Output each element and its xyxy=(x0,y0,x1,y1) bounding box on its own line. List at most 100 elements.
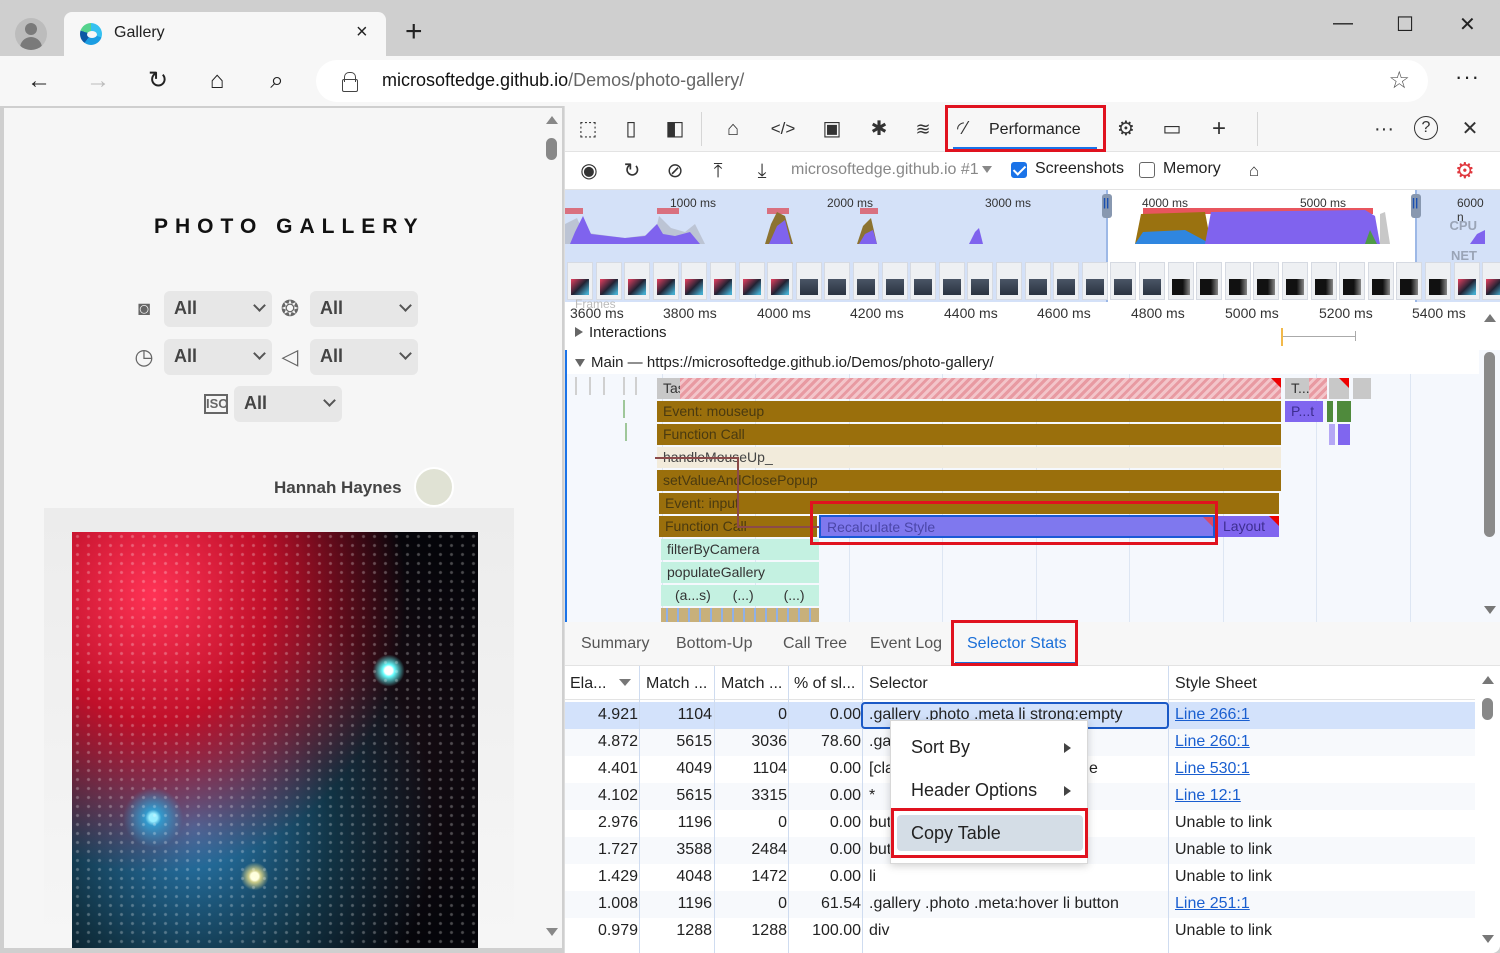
flame-task-short[interactable] xyxy=(1329,378,1349,399)
screenshot-thumbnail[interactable] xyxy=(738,262,765,300)
screenshot-thumbnail[interactable] xyxy=(1139,262,1165,300)
flame-anonymous-calls[interactable]: (a...s) (...) (...) xyxy=(661,585,819,606)
screenshot-thumbnail[interactable] xyxy=(681,262,708,300)
header-match-attempts[interactable]: Match ... xyxy=(646,675,707,693)
selection-right-handle[interactable] xyxy=(1411,194,1421,218)
device-emulation-icon[interactable]: ▯ xyxy=(618,116,644,142)
flame-event-input[interactable]: Event: input xyxy=(659,493,1279,514)
screenshot-thumbnail[interactable] xyxy=(1282,262,1308,300)
small-event[interactable] xyxy=(625,423,627,441)
screenshot-thumbnail[interactable] xyxy=(824,262,851,300)
screenshot-thumbnail[interactable] xyxy=(1482,262,1500,300)
tab-event-log[interactable]: Event Log xyxy=(870,635,942,653)
home-button[interactable]: ⌂ xyxy=(202,66,232,96)
screenshot-thumbnail[interactable] xyxy=(710,262,736,300)
screenshot-thumbnail[interactable] xyxy=(1310,262,1337,300)
flame-filter-by-camera[interactable]: filterByCamera xyxy=(661,539,819,560)
console-icon[interactable]: ▣ xyxy=(819,116,845,142)
screenshots-filmstrip[interactable] xyxy=(565,260,1500,302)
screenshot-thumbnail[interactable] xyxy=(1024,262,1051,300)
screenshot-thumbnail[interactable] xyxy=(1367,262,1394,300)
flame-small-render[interactable] xyxy=(1338,424,1350,445)
main-track-toggle[interactable]: Main — https://microsoftedge.github.io/D… xyxy=(567,354,994,372)
column-divider[interactable] xyxy=(714,666,715,953)
menu-item-sort-by[interactable]: Sort By xyxy=(891,729,1089,765)
column-divider[interactable] xyxy=(788,666,789,953)
screenshot-thumbnail[interactable] xyxy=(1081,262,1108,300)
tab-summary[interactable]: Summary xyxy=(581,635,649,653)
flame-scroll-up-icon[interactable] xyxy=(1484,314,1496,322)
table-row[interactable]: 1.008 1196 0 61.54 .gallery .photo .meta:hov… xyxy=(565,891,1475,918)
screenshot-thumbnail[interactable] xyxy=(652,262,679,300)
close-window-button[interactable]: ✕ xyxy=(1459,12,1476,37)
screenshot-thumbnail[interactable] xyxy=(1396,262,1423,300)
screenshot-thumbnail[interactable] xyxy=(881,262,908,300)
header-match-count[interactable]: Match ... xyxy=(721,675,782,693)
lock-icon[interactable] xyxy=(342,72,358,92)
screenshot-thumbnail[interactable] xyxy=(1339,262,1366,300)
screenshot-thumbnail[interactable] xyxy=(1224,262,1251,300)
flame-scrollbar[interactable] xyxy=(1479,350,1500,622)
flame-set-value-and-close-popup[interactable]: setValueAndClosePopup xyxy=(657,470,1281,491)
maximize-button[interactable]: ☐ xyxy=(1396,12,1414,37)
flame-recalculate-style[interactable]: Recalculate Style xyxy=(819,515,1215,538)
dock-side-icon[interactable]: ◧ xyxy=(662,116,688,142)
menu-item-copy-table[interactable]: Copy Table xyxy=(897,815,1083,851)
screenshot-thumbnail[interactable] xyxy=(1453,262,1480,300)
flame-composite[interactable] xyxy=(1327,401,1333,422)
url-text[interactable]: microsoftedge.github.io/Demos/photo-gall… xyxy=(382,70,744,91)
screenshots-checkbox[interactable] xyxy=(1011,162,1027,178)
screenshot-thumbnail[interactable] xyxy=(1167,262,1194,300)
expand-triangle-icon[interactable] xyxy=(575,327,583,337)
sort-descending-icon[interactable] xyxy=(619,679,631,686)
main-track-header[interactable]: Main — https://microsoftedge.github.io/D… xyxy=(567,350,1479,374)
screenshot-thumbnail[interactable] xyxy=(1253,262,1280,300)
elements-code-icon[interactable]: </> xyxy=(770,116,796,142)
record-icon[interactable]: ◉ xyxy=(576,158,602,184)
table-scrollbar[interactable] xyxy=(1475,666,1500,953)
scroll-up-icon[interactable] xyxy=(546,116,558,124)
menu-item-header-options[interactable]: Header Options xyxy=(891,772,1089,808)
focal-length-filter-select[interactable]: All xyxy=(310,339,418,375)
screenshot-thumbnail[interactable] xyxy=(938,262,965,300)
shutter-filter-select[interactable]: All xyxy=(164,339,272,375)
flame-task-long-overlay[interactable] xyxy=(680,378,1281,399)
stylesheet-link[interactable]: Line 530:1 xyxy=(1175,760,1250,778)
target-select[interactable]: microsoftedge.github.io #1 xyxy=(791,161,992,179)
small-task[interactable] xyxy=(575,377,577,395)
save-profile-icon[interactable]: ⤓ xyxy=(749,158,775,184)
flame-handle-mouseup[interactable]: handleMouseUp_ xyxy=(657,447,1281,468)
small-task[interactable] xyxy=(589,377,591,395)
screenshot-thumbnail[interactable] xyxy=(967,262,994,300)
browser-tab-gallery[interactable]: Gallery × xyxy=(64,12,386,56)
favorite-star-icon[interactable]: ☆ xyxy=(1388,66,1410,95)
tab-call-tree[interactable]: Call Tree xyxy=(783,635,847,653)
interaction-marker[interactable] xyxy=(1281,328,1283,346)
flame-task-overlay[interactable] xyxy=(1309,378,1327,399)
garbage-collect-broom-icon[interactable]: ⌂ xyxy=(1241,158,1267,184)
stylesheet-link[interactable]: Line 12:1 xyxy=(1175,787,1241,805)
load-profile-icon[interactable]: ⤒ xyxy=(705,158,731,184)
tab-selector-stats[interactable]: Selector Stats xyxy=(967,635,1067,653)
more-tools-plus-icon[interactable]: + xyxy=(1206,116,1232,142)
flame-composite[interactable] xyxy=(1337,401,1351,422)
forward-button[interactable]: → xyxy=(83,66,113,96)
tab-close-icon[interactable]: × xyxy=(356,21,368,44)
stylesheet-link[interactable]: Line 251:1 xyxy=(1175,895,1250,913)
small-task[interactable] xyxy=(635,377,637,395)
small-task[interactable] xyxy=(623,377,625,395)
screenshot-thumbnail[interactable] xyxy=(595,262,622,300)
small-event[interactable] xyxy=(623,400,625,418)
reload-record-icon[interactable]: ↻ xyxy=(619,158,645,184)
help-icon[interactable]: ? xyxy=(1414,116,1438,140)
screenshot-thumbnail[interactable] xyxy=(1425,262,1451,300)
screenshot-thumbnail[interactable] xyxy=(1196,262,1223,300)
screenshot-thumbnail[interactable] xyxy=(795,262,822,300)
new-tab-button[interactable]: + xyxy=(405,16,423,48)
small-task[interactable] xyxy=(603,377,605,395)
timeline-overview[interactable]: 1000 ms 2000 ms 3000 ms 4000 ms 5000 ms … xyxy=(565,190,1500,302)
clear-icon[interactable]: ⊘ xyxy=(662,158,688,184)
collapse-triangle-icon[interactable] xyxy=(575,359,585,367)
minimize-button[interactable]: — xyxy=(1333,12,1353,35)
aperture-filter-select[interactable]: All xyxy=(310,291,418,327)
